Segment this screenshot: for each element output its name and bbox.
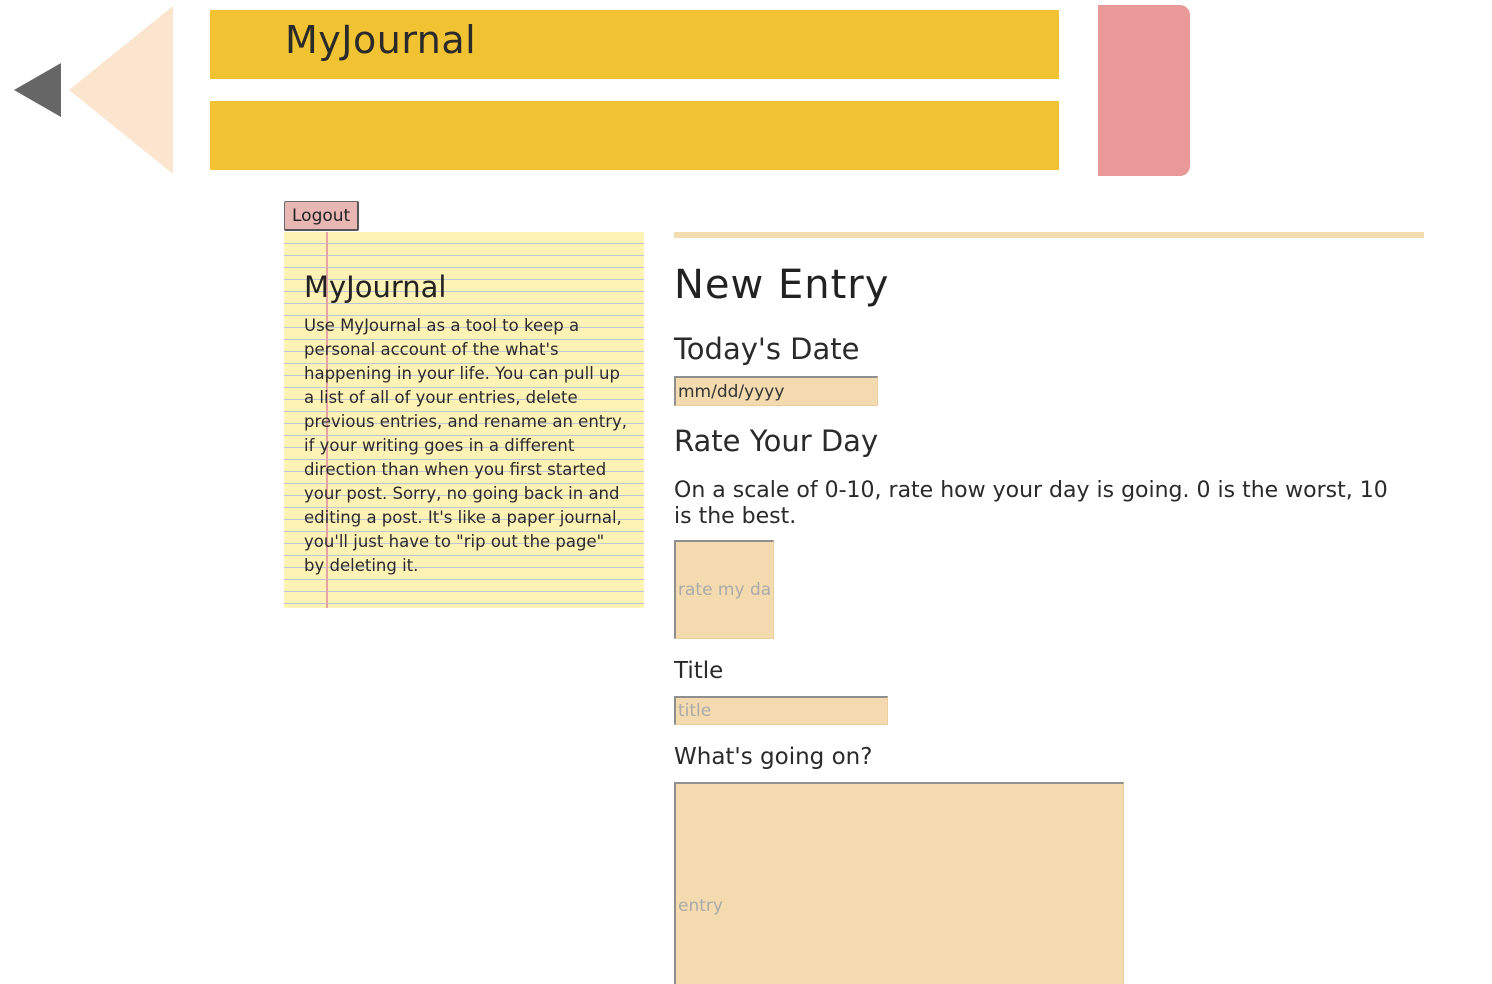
entry-textarea[interactable] [674,782,1124,984]
about-description: Use MyJournal as a tool to keep a person… [304,316,628,575]
page: MyJournal Logout MyJournal Use MyJournal… [0,0,1492,984]
pencil-tip-graphic [14,63,61,117]
pencil-eraser-graphic [1098,5,1190,176]
pencil-wood-graphic [69,6,173,174]
page-title: New Entry [674,262,890,308]
date-label: Today's Date [674,332,860,366]
date-input[interactable] [674,376,878,406]
entry-label: What's going on? [674,744,873,770]
about-title: MyJournal [304,270,447,304]
site-title: MyJournal [285,18,477,62]
pencil-body-lower [210,101,1059,170]
rating-instructions: On a scale of 0-10, rate how your day is… [674,478,1388,529]
rating-label: Rate Your Day [674,424,879,458]
logout-button[interactable]: Logout [284,201,360,231]
rating-input[interactable] [674,540,774,639]
title-label: Title [674,658,724,684]
title-input[interactable] [674,696,888,725]
divider [674,232,1424,238]
site-header-banner: MyJournal [210,10,1059,79]
about-notepad: MyJournal Use MyJournal as a tool to kee… [284,232,644,608]
